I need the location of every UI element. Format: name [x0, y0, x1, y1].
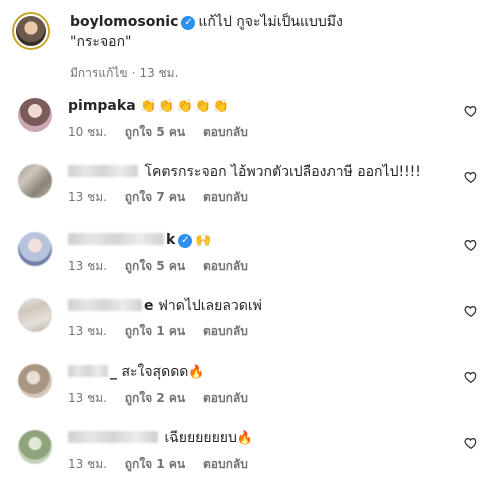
- like-heart-icon[interactable]: [464, 436, 478, 450]
- comment-text: โคตรกระจอก ไอ้พวกตัวเปลืองภาษี ออกไป!!!!: [144, 164, 421, 180]
- reply-button[interactable]: ตอบกลับ: [203, 324, 248, 338]
- fire-icon: 🔥: [236, 431, 254, 446]
- comment-username[interactable]: k: [166, 232, 175, 248]
- comment-time[interactable]: 13 ชม.: [68, 190, 107, 204]
- comment-username[interactable]: _: [110, 364, 117, 380]
- comment-time[interactable]: 13 ชม.: [68, 259, 107, 273]
- comment-time[interactable]: 13 ชม.: [68, 457, 107, 471]
- comment-item: e ฟาดไปเลยลวดเพ่ 13 ชม. ถูกใจ 1 คน ตอบกล…: [18, 296, 488, 352]
- like-heart-icon[interactable]: [464, 104, 478, 118]
- comment-time[interactable]: 13 ชม.: [68, 324, 107, 338]
- reply-button[interactable]: ตอบกลับ: [203, 391, 248, 405]
- post-time[interactable]: 13 ชม.: [139, 66, 178, 80]
- comment-likes[interactable]: ถูกใจ 5 คน: [125, 259, 185, 273]
- comment-username-redacted: [68, 233, 164, 245]
- comment-likes[interactable]: ถูกใจ 7 คน: [125, 190, 185, 204]
- comment-avatar[interactable]: [18, 364, 52, 398]
- comment-username-redacted: [68, 365, 108, 377]
- comment-username-redacted: [68, 299, 142, 311]
- reply-button[interactable]: ตอบกลับ: [203, 190, 248, 204]
- comment-text: เฉียยยยยยบ: [164, 430, 237, 446]
- comment-likes[interactable]: ถูกใจ 2 คน: [125, 391, 185, 405]
- post-author-username[interactable]: boylomosonic: [70, 14, 178, 30]
- reply-button[interactable]: ตอบกลับ: [203, 125, 248, 139]
- raising-hands-icon: 🙌: [195, 233, 214, 248]
- reply-button[interactable]: ตอบกลับ: [203, 457, 248, 471]
- comment-text: ฟาดไปเลยลวดเพ่: [157, 298, 262, 314]
- comment-username[interactable]: e: [144, 298, 154, 314]
- like-heart-icon[interactable]: [464, 170, 478, 184]
- comment-username[interactable]: pimpaka: [68, 98, 136, 114]
- comment-avatar[interactable]: [18, 98, 52, 132]
- comment-avatar[interactable]: [18, 232, 52, 266]
- comment-likes[interactable]: ถูกใจ 1 คน: [125, 457, 185, 471]
- comment-username-redacted[interactable]: [68, 165, 138, 177]
- comment-likes[interactable]: ถูกใจ 1 คน: [125, 324, 185, 338]
- reply-button[interactable]: ตอบกลับ: [203, 259, 248, 273]
- comment-time[interactable]: 13 ชม.: [68, 391, 107, 405]
- comment-username-redacted[interactable]: [68, 431, 158, 443]
- comment-avatar[interactable]: [18, 298, 52, 332]
- comment-item: pimpaka 👏👏👏👏👏 10 ชม. ถูกใจ 5 คน ตอบกลับ: [18, 96, 488, 152]
- like-heart-icon[interactable]: [464, 304, 478, 318]
- fire-icon: 🔥: [188, 365, 205, 380]
- comment-avatar[interactable]: [18, 164, 52, 198]
- clapping-hands-icon: 👏👏👏👏👏: [140, 99, 232, 114]
- edited-label: มีการแก้ไข: [70, 66, 128, 80]
- comment-item: โคตรกระจอก ไอ้พวกตัวเปลืองภาษี ออกไป!!!!…: [18, 162, 488, 218]
- comment-avatar[interactable]: [18, 430, 52, 464]
- verified-badge-icon: ✓: [178, 234, 193, 248]
- comment-likes[interactable]: ถูกใจ 5 คน: [125, 125, 185, 139]
- comment-time[interactable]: 10 ชม.: [68, 125, 107, 139]
- post-author-avatar-image: [16, 16, 46, 46]
- meta-separator: ·: [131, 66, 136, 80]
- comment-text: สะใจสุดดด: [121, 364, 189, 380]
- post-caption-line1: แก้ไป กูจะไม่เป็นแบบมึง: [198, 14, 343, 30]
- comment-item: _ สะใจสุดดด🔥 13 ชม. ถูกใจ 2 คน ตอบกลับ: [18, 362, 488, 418]
- post-author-avatar[interactable]: [12, 12, 50, 50]
- comment-item: k ✓ 🙌 13 ชม. ถูกใจ 5 คน ตอบกลับ: [18, 230, 488, 286]
- comment-item: เฉียยยยยยบ🔥 13 ชม. ถูกใจ 1 คน ตอบกลับ: [18, 428, 488, 484]
- like-heart-icon[interactable]: [464, 370, 478, 384]
- post-caption-line2: "กระจอก": [70, 34, 132, 50]
- like-heart-icon[interactable]: [464, 238, 478, 252]
- verified-badge-icon: ✓: [181, 16, 196, 30]
